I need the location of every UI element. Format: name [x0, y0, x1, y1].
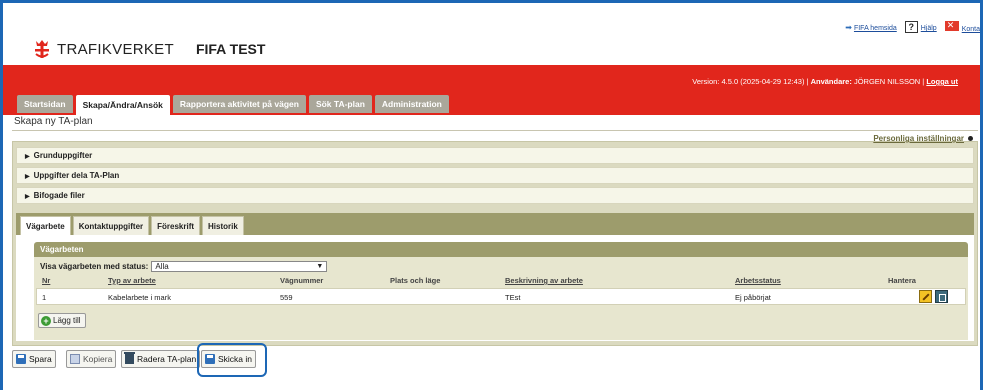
col-vagnummer: Vägnummer	[280, 276, 324, 285]
section-label: Uppgifter dela TA-Plan	[33, 171, 120, 180]
version-text: Version: 4.5.0 (2025-04-29 12:43) |	[692, 77, 809, 86]
save-button[interactable]: Spara	[12, 350, 56, 368]
status-select-value: Alla	[155, 262, 169, 271]
col-nr[interactable]: Nr	[42, 276, 50, 285]
table-row[interactable]: 1 Kabelarbete i mark 559 TEst Ej påbörja…	[36, 288, 966, 305]
user-label: Användare:	[810, 77, 852, 86]
expand-arrow-icon: ▶	[25, 174, 30, 180]
trafikverket-logo-icon	[33, 39, 51, 59]
settings-link-wrap[interactable]: Personliga inställningar	[873, 134, 973, 143]
tab-historik[interactable]: Historik	[202, 216, 244, 235]
tab-startsidan[interactable]: Startsidan	[17, 95, 73, 113]
personal-settings-link[interactable]: Personliga inställningar	[873, 134, 964, 143]
tab-foreskrift[interactable]: Föreskrift	[151, 216, 201, 235]
expand-arrow-icon: ▶	[25, 154, 30, 160]
help-link[interactable]: Hjälp	[921, 25, 937, 32]
tab-skapa-andra-ansok[interactable]: Skapa/Ändra/Ansök	[75, 95, 170, 115]
delete-label: Radera TA-plan	[137, 354, 197, 364]
tab-kontaktuppgifter[interactable]: Kontaktuppgifter	[72, 216, 150, 235]
fifa-home-link[interactable]: FIFA hemsida	[854, 25, 897, 32]
divider	[12, 130, 978, 131]
contact-link-wrap[interactable]: Konta	[944, 20, 980, 33]
tab-administration[interactable]: Administration	[374, 95, 449, 113]
app-name: FIFA TEST	[195, 41, 266, 57]
vagarbeten-header: Vägarbeten	[34, 242, 968, 257]
help-icon: ?	[904, 21, 918, 33]
help-link-wrap[interactable]: ? Hjälp	[904, 21, 937, 33]
cell-beskrivning: TEst	[505, 293, 521, 302]
tab-rapportera-aktivitet[interactable]: Rapportera aktivitet på vägen	[172, 95, 306, 113]
section-label: Grunduppgifter	[33, 151, 93, 160]
contact-link[interactable]: Konta	[962, 26, 980, 33]
header: TRAFIKVERKET FIFA TEST ➡ FIFA hemsida ? Hj…	[3, 3, 980, 65]
section-bifogade-filer[interactable]: ▶ Bifogade filer	[16, 187, 974, 204]
copy-icon	[70, 354, 80, 364]
save-label: Spara	[29, 354, 52, 364]
cell-nr: 1	[42, 293, 47, 302]
cell-status: Ej påbörjat	[735, 293, 771, 302]
status-filter: Visa vägarbeten med status: Alla ▼	[40, 261, 328, 272]
sub-tabs: Vägarbete Kontaktuppgifter Föreskrift Hi…	[20, 216, 244, 235]
user-name: JÖRGEN NILSSON |	[853, 77, 925, 86]
section-grunduppgifter[interactable]: ▶ Grunduppgifter	[16, 147, 974, 164]
section-label: Bifogade filer	[33, 191, 85, 200]
arrow-right-icon: ➡	[845, 22, 852, 32]
submit-highlight	[197, 343, 267, 377]
status-select[interactable]: Alla ▼	[151, 261, 328, 272]
delete-icon[interactable]	[935, 290, 948, 303]
col-plats-och-lage: Plats och läge	[390, 276, 441, 285]
fifa-home-link-wrap[interactable]: ➡ FIFA hemsida	[845, 23, 897, 32]
col-arbetsstatus[interactable]: Arbetsstatus	[735, 276, 781, 285]
col-typ-av-arbete[interactable]: Typ av arbete	[108, 276, 156, 285]
delete-ta-plan-button[interactable]: Radera TA-plan	[121, 350, 201, 368]
copy-button[interactable]: Kopiera	[66, 350, 117, 368]
main-tabs: Startsidan Skapa/Ändra/Ansök Rapportera …	[17, 95, 449, 115]
trash-icon	[124, 352, 135, 364]
edit-icon[interactable]	[919, 290, 932, 303]
col-hantera: Hantera	[888, 276, 916, 285]
logo-text: TRAFIKVERKET	[57, 40, 174, 58]
top-links: ➡FIFA hemsida ?Hjälp Konta	[845, 20, 980, 33]
col-beskrivning[interactable]: Beskrivning av arbete	[505, 276, 583, 285]
tab-vagarbete[interactable]: Vägarbete	[20, 216, 71, 235]
top-bar: Version: 4.5.0 (2025-04-29 12:43) | Anvä…	[3, 65, 980, 115]
page-title: Skapa ny TA-plan	[14, 116, 93, 127]
cell-vagnummer: 559	[280, 293, 293, 302]
mail-icon	[944, 20, 959, 31]
section-uppgifter-dela[interactable]: ▶ Uppgifter dela TA-Plan	[16, 167, 974, 184]
table-header: Nr Typ av arbete Vägnummer Plats och läg…	[40, 276, 968, 286]
settings-dot-icon	[968, 136, 973, 142]
save-icon	[16, 354, 26, 364]
copy-label: Kopiera	[83, 354, 113, 364]
add-vagarbete-button[interactable]: + Lägg till	[38, 313, 86, 328]
filter-label: Visa vägarbeten med status:	[40, 262, 149, 271]
tab-sok-ta-plan[interactable]: Sök TA-plan	[308, 95, 372, 113]
plus-icon: +	[41, 315, 51, 326]
logo: TRAFIKVERKET FIFA TEST	[33, 39, 265, 59]
logout-link[interactable]: Logga ut	[926, 77, 958, 86]
chevron-down-icon: ▼	[316, 263, 324, 270]
version-info: Version: 4.5.0 (2025-04-29 12:43) | Anvä…	[692, 77, 958, 86]
cell-typ: Kabelarbete i mark	[108, 293, 171, 302]
add-button-label: Lägg till	[53, 316, 81, 325]
expand-arrow-icon: ▶	[25, 194, 30, 200]
